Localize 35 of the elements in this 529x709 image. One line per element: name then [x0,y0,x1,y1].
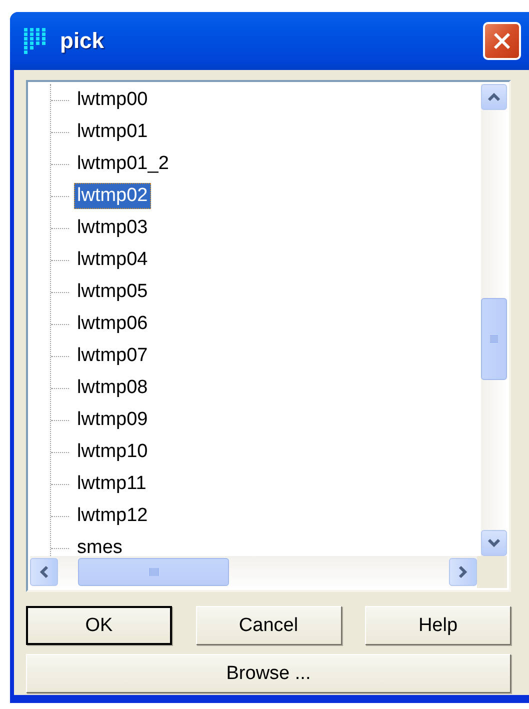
window-title: pick [60,28,106,54]
scroll-up-button[interactable] [481,84,507,110]
chevron-down-icon [487,538,501,548]
tree-item[interactable]: lwtmp10 [74,439,151,465]
scroll-left-button[interactable] [30,558,58,586]
chevron-left-icon [39,565,49,579]
tree-item[interactable]: lwtmp01 [74,119,151,145]
tree-item[interactable]: smes [74,535,126,556]
dialog-button[interactable]: Cancel [196,606,342,645]
close-icon [492,31,512,51]
tree-item[interactable]: lwtmp09 [74,407,151,433]
tree-item[interactable]: lwtmp11 [74,471,150,497]
chevron-up-icon [487,92,501,102]
horizontal-scrollbar[interactable] [30,556,477,588]
close-button[interactable] [483,22,521,60]
tree-item[interactable]: lwtmp05 [74,279,151,305]
tree-item[interactable]: lwtmp02 [74,183,151,209]
tree-item[interactable]: lwtmp04 [74,247,151,273]
tree-item[interactable]: lwtmp08 [74,375,151,401]
tree-item[interactable]: lwtmp03 [74,215,151,241]
dialog-button[interactable]: Help [365,606,511,645]
scrollbar-corner [477,556,507,588]
tree-item[interactable]: lwtmp06 [74,311,151,337]
scroll-right-button[interactable] [449,558,477,586]
scrollbar-thumb[interactable] [481,298,507,380]
chevron-right-icon [458,565,468,579]
dialog-button[interactable]: OK [26,606,172,645]
vertical-scrollbar[interactable] [481,84,507,556]
tree-item[interactable]: lwtmp12 [74,503,151,529]
tree-item[interactable]: lwtmp00 [74,87,151,113]
browse-button[interactable]: Browse ... [26,654,511,693]
scroll-down-button[interactable] [481,530,507,556]
tree-item[interactable]: lwtmp07 [74,343,151,369]
scrollbar-thumb[interactable] [78,558,229,586]
tree-item[interactable]: lwtmp01_2 [74,151,172,177]
